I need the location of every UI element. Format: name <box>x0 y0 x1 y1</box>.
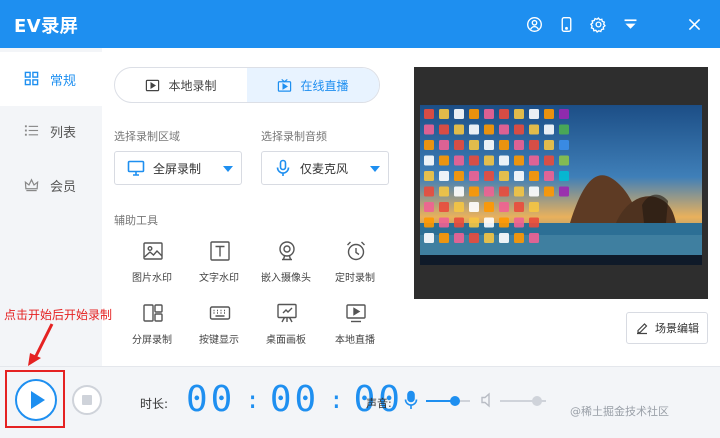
local-live-icon <box>345 302 367 324</box>
record-area-label: 选择录制区域 <box>114 130 180 143</box>
tool-split-screen[interactable]: 分屏录制 <box>117 302 187 354</box>
tab-label: 本地录制 <box>168 78 217 93</box>
tool-label: 按键显示 <box>199 335 239 346</box>
desktop-preview-image <box>420 105 702 265</box>
preview-panel <box>414 67 708 299</box>
tab-label: 在线直播 <box>300 78 349 93</box>
split-screen-icon <box>142 302 164 324</box>
image-icon <box>142 240 164 262</box>
sidebar-item-member[interactable]: 会员 <box>0 158 102 212</box>
sidebar-item-list[interactable]: 列表 <box>0 104 102 158</box>
tab-online-live[interactable]: 在线直播 <box>247 68 379 102</box>
volume-label: 声音: <box>366 397 392 410</box>
record-area-value: 全屏录制 <box>153 161 202 176</box>
audio-select[interactable]: 仅麦克风 <box>261 151 389 185</box>
monitor-icon <box>127 159 145 177</box>
keyboard-icon <box>209 302 231 324</box>
mode-tabs: 本地录制 在线直播 <box>114 67 380 103</box>
tab-local-record[interactable]: 本地录制 <box>115 68 247 102</box>
menu-icon[interactable] <box>620 14 640 34</box>
record-area-select[interactable]: 全屏录制 <box>114 151 242 185</box>
stop-record-button[interactable] <box>72 385 102 415</box>
phone-icon[interactable] <box>556 14 576 34</box>
duration-label: 时长: <box>140 397 169 411</box>
edit-icon <box>637 323 648 335</box>
title-bar: EV录屏 <box>0 0 720 48</box>
microphone-icon[interactable] <box>403 390 419 410</box>
stop-icon <box>82 395 92 405</box>
timer-separator: : <box>245 386 260 414</box>
tools-title: 辅助工具 <box>114 214 158 227</box>
live-tv-icon <box>278 78 292 92</box>
chevron-down-icon <box>223 166 233 172</box>
video-icon <box>146 79 160 91</box>
tool-key-display[interactable]: 按键显示 <box>184 302 254 354</box>
annotation-arrow-icon <box>28 323 54 366</box>
tool-label: 嵌入摄像头 <box>261 273 311 284</box>
tool-embed-camera[interactable]: 嵌入摄像头 <box>251 240 321 292</box>
scene-edit-button[interactable]: 场景编辑 <box>626 312 708 344</box>
alarm-clock-icon <box>345 240 367 262</box>
audio-value: 仅麦克风 <box>300 161 349 176</box>
tool-local-live[interactable]: 本地直播 <box>320 302 390 354</box>
settings-icon[interactable] <box>588 14 608 34</box>
list-icon <box>24 123 40 139</box>
tool-timed-record[interactable]: 定时录制 <box>320 240 390 292</box>
watermark: @稀土掘金技术社区 <box>570 405 669 418</box>
camera-icon <box>276 240 298 262</box>
tool-label: 本地直播 <box>335 335 375 346</box>
tool-label: 图片水印 <box>132 273 172 284</box>
text-icon <box>209 240 231 262</box>
speaker-icon[interactable] <box>480 392 496 408</box>
sidebar-item-general[interactable]: 常规 <box>0 52 102 106</box>
chevron-down-icon <box>370 166 380 172</box>
microphone-icon <box>274 159 292 177</box>
timer-hours: 00 <box>186 379 236 420</box>
audio-label: 选择录制音频 <box>261 130 327 143</box>
tool-label: 定时录制 <box>335 273 375 284</box>
grid-icon <box>24 71 40 87</box>
tool-label: 分屏录制 <box>132 335 172 346</box>
user-icon[interactable] <box>524 14 544 34</box>
start-record-button[interactable] <box>15 379 57 421</box>
app-title: EV录屏 <box>14 16 79 37</box>
mic-volume-slider[interactable] <box>449 396 460 406</box>
close-icon[interactable] <box>684 14 704 34</box>
sidebar-item-label: 常规 <box>50 73 77 89</box>
drawing-board-icon <box>276 302 298 324</box>
timer-minutes: 00 <box>269 379 320 420</box>
sidebar-item-label: 会员 <box>50 179 77 195</box>
tool-label: 桌面画板 <box>266 335 306 346</box>
tool-label: 文字水印 <box>199 273 239 284</box>
speaker-volume-slider[interactable] <box>531 396 542 406</box>
scene-edit-label: 场景编辑 <box>655 322 699 335</box>
crown-icon <box>24 177 40 193</box>
tool-image-watermark[interactable]: 图片水印 <box>117 240 187 292</box>
tool-desktop-board[interactable]: 桌面画板 <box>251 302 321 354</box>
annotation-text: 点击开始后开始录制 <box>4 308 113 322</box>
tool-text-watermark[interactable]: 文字水印 <box>184 240 254 292</box>
sidebar-item-label: 列表 <box>50 125 77 141</box>
timer-separator: : <box>329 386 344 414</box>
play-icon <box>31 391 45 409</box>
